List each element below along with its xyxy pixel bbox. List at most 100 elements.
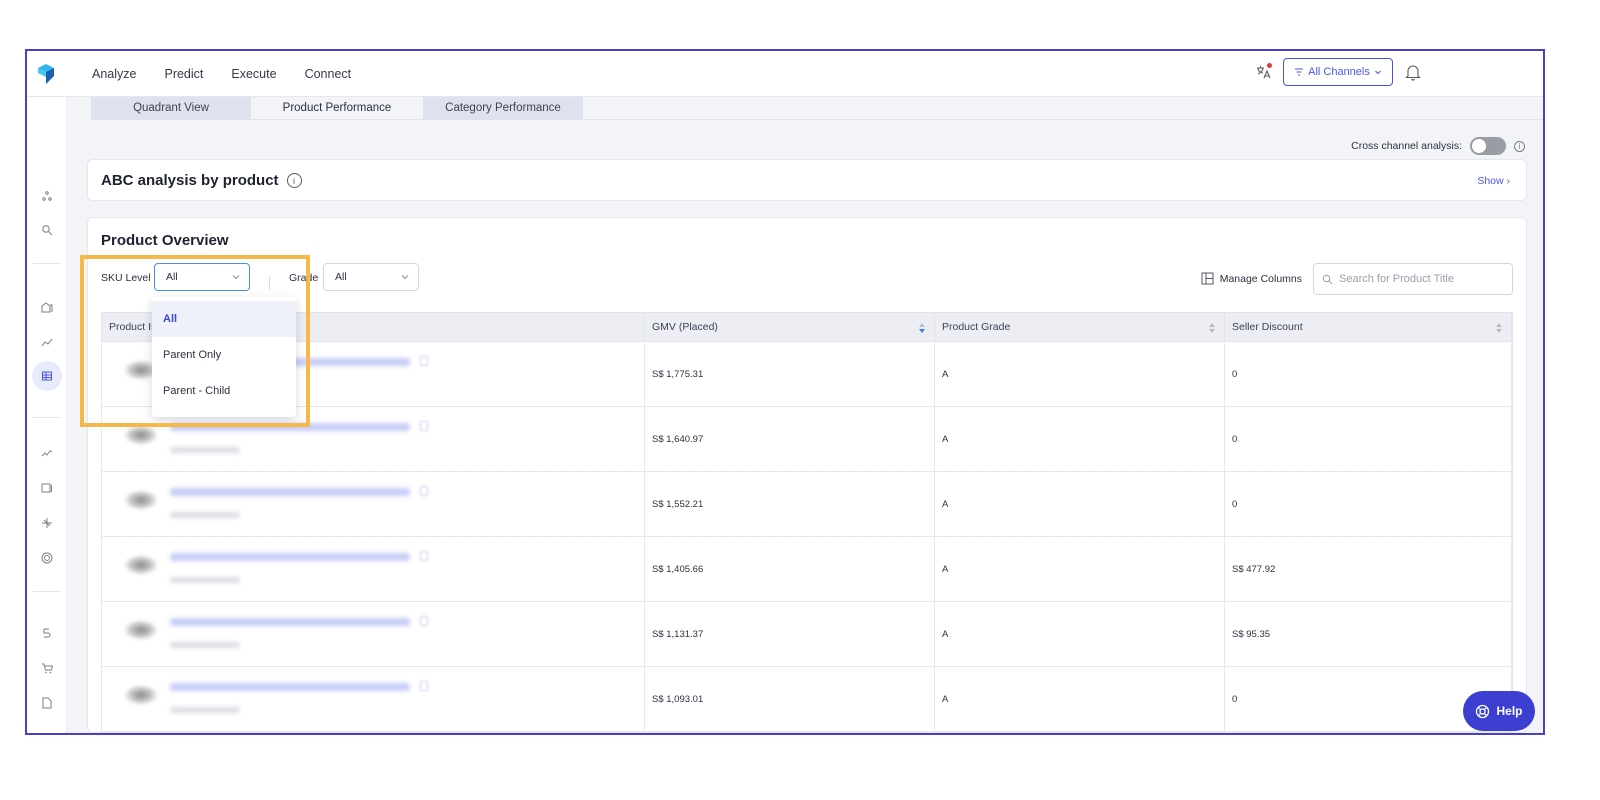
copy-icon[interactable] — [420, 551, 428, 561]
all-channels-button[interactable]: All Channels — [1283, 58, 1393, 86]
search-icon — [1322, 274, 1333, 284]
sku-option-parent-child[interactable]: Parent - Child — [152, 373, 296, 409]
line-chart-icon[interactable] — [35, 441, 59, 465]
cross-channel-label: Cross channel analysis: — [1351, 140, 1462, 152]
product-id-blurred — [170, 512, 240, 518]
sparkle-icon[interactable] — [35, 511, 59, 535]
trend-icon[interactable] — [35, 330, 59, 354]
table-icon[interactable] — [32, 361, 62, 391]
discount-cell: 0 — [1225, 407, 1512, 471]
info-icon[interactable]: i — [1514, 140, 1525, 152]
document-icon[interactable] — [35, 691, 59, 715]
sku-level-select[interactable]: All — [154, 263, 250, 291]
translate-icon[interactable] — [1253, 62, 1273, 82]
product-cell — [102, 472, 645, 536]
header-product-grade[interactable]: Product Grade — [935, 313, 1225, 341]
currency-icon[interactable] — [35, 621, 59, 645]
product-cell — [102, 667, 645, 731]
tab-category-performance[interactable]: Category Performance — [423, 97, 583, 119]
info-icon[interactable]: i — [286, 173, 302, 188]
copy-icon[interactable] — [420, 486, 428, 496]
table-row[interactable]: S$ 1,093.01 A 0 — [101, 667, 1513, 732]
grade-cell: A — [935, 667, 1225, 731]
grade-cell: A — [935, 602, 1225, 666]
table-row[interactable]: S$ 1,131.37 A S$ 95.35 — [101, 602, 1513, 667]
target-icon[interactable] — [35, 546, 59, 570]
store-icon[interactable] — [35, 295, 59, 319]
product-title-blurred[interactable] — [170, 553, 410, 561]
grade-cell: A — [935, 342, 1225, 406]
gmv-cell: S$ 1,640.97 — [645, 407, 935, 471]
grade-cell: A — [935, 537, 1225, 601]
copy-icon[interactable] — [420, 616, 428, 626]
sidebar-divider — [33, 263, 61, 264]
product-cell — [102, 602, 645, 666]
table-row[interactable]: S$ 1,640.97 A 0 — [101, 407, 1513, 472]
header-gmv-placed[interactable]: GMV (Placed) — [645, 313, 935, 341]
table-row[interactable]: S$ 1,405.66 A S$ 477.92 — [101, 537, 1513, 602]
sort-icon[interactable] — [1495, 322, 1503, 334]
nav-predict[interactable]: Predict — [164, 67, 203, 81]
manage-columns-button[interactable]: Manage Columns — [1201, 272, 1302, 285]
header-seller-discount[interactable]: Seller Discount — [1225, 313, 1512, 341]
gmv-cell: S$ 1,093.01 — [645, 667, 935, 731]
copy-icon[interactable] — [420, 681, 428, 691]
product-id-blurred — [170, 577, 240, 583]
product-title-blurred[interactable] — [170, 423, 410, 431]
product-id-blurred — [170, 447, 240, 453]
top-right-controls: All Channels — [1253, 58, 1423, 86]
nav-execute[interactable]: Execute — [231, 67, 276, 81]
cart-icon[interactable] — [35, 656, 59, 680]
search-input[interactable] — [1339, 273, 1509, 285]
tab-quadrant-view[interactable]: Quadrant View — [91, 97, 251, 119]
product-thumbnail — [124, 555, 158, 575]
product-table: Product ID GMV (Placed) Product Grade Se… — [101, 312, 1513, 732]
header-label: GMV (Placed) — [652, 321, 718, 333]
product-cell — [102, 537, 645, 601]
nav-analyze[interactable]: Analyze — [92, 67, 136, 81]
discount-cell: 0 — [1225, 342, 1512, 406]
chevron-down-icon — [1375, 70, 1381, 75]
bell-icon[interactable] — [1403, 62, 1423, 82]
product-title-blurred[interactable] — [170, 683, 410, 691]
sort-icon[interactable] — [918, 322, 926, 334]
table-row[interactable]: S$ 1,552.21 A 0 — [101, 472, 1513, 537]
cross-channel-control: Cross channel analysis: i — [1351, 137, 1525, 155]
sku-option-parent-only[interactable]: Parent Only — [152, 337, 296, 373]
app-logo-icon[interactable] — [35, 63, 57, 85]
gmv-cell: S$ 1,131.37 — [645, 602, 935, 666]
product-id-blurred — [170, 707, 240, 713]
tab-product-performance[interactable]: Product Performance — [257, 97, 417, 119]
product-thumbnail — [124, 685, 158, 705]
abc-title-text: ABC analysis by product — [101, 172, 279, 189]
left-sidebar — [27, 97, 67, 733]
search-analytics-icon[interactable] — [35, 218, 59, 242]
help-button[interactable]: Help — [1463, 691, 1535, 731]
report-icon[interactable] — [35, 476, 59, 500]
grade-cell: A — [935, 472, 1225, 536]
copy-icon[interactable] — [420, 356, 428, 366]
nodes-icon[interactable] — [35, 184, 59, 208]
header-label: Product Grade — [942, 321, 1011, 333]
header-label: Seller Discount — [1232, 321, 1303, 333]
sort-icon[interactable] — [1208, 322, 1216, 334]
product-overview-title: Product Overview — [101, 232, 229, 249]
table-row[interactable]: S$ 1,775.31 A 0 — [101, 342, 1513, 407]
product-title-blurred[interactable] — [170, 488, 410, 496]
gmv-cell: S$ 1,405.66 — [645, 537, 935, 601]
columns-icon — [1201, 272, 1214, 285]
grade-label: Grade — [289, 272, 319, 284]
nav-connect[interactable]: Connect — [305, 67, 352, 81]
product-title-blurred[interactable] — [170, 618, 410, 626]
show-link[interactable]: Show › — [1477, 175, 1510, 187]
sidebar-divider — [33, 417, 61, 418]
gmv-cell: S$ 1,775.31 — [645, 342, 935, 406]
cross-channel-toggle[interactable] — [1470, 137, 1506, 155]
view-tabs: Quadrant View Product Performance Catego… — [91, 97, 583, 119]
grade-select[interactable]: All — [323, 263, 419, 291]
grade-value: All — [335, 271, 347, 283]
copy-icon[interactable] — [420, 421, 428, 431]
sku-option-all[interactable]: All — [152, 301, 296, 337]
grade-cell: A — [935, 407, 1225, 471]
sku-level-label: SKU Level — [101, 272, 151, 284]
